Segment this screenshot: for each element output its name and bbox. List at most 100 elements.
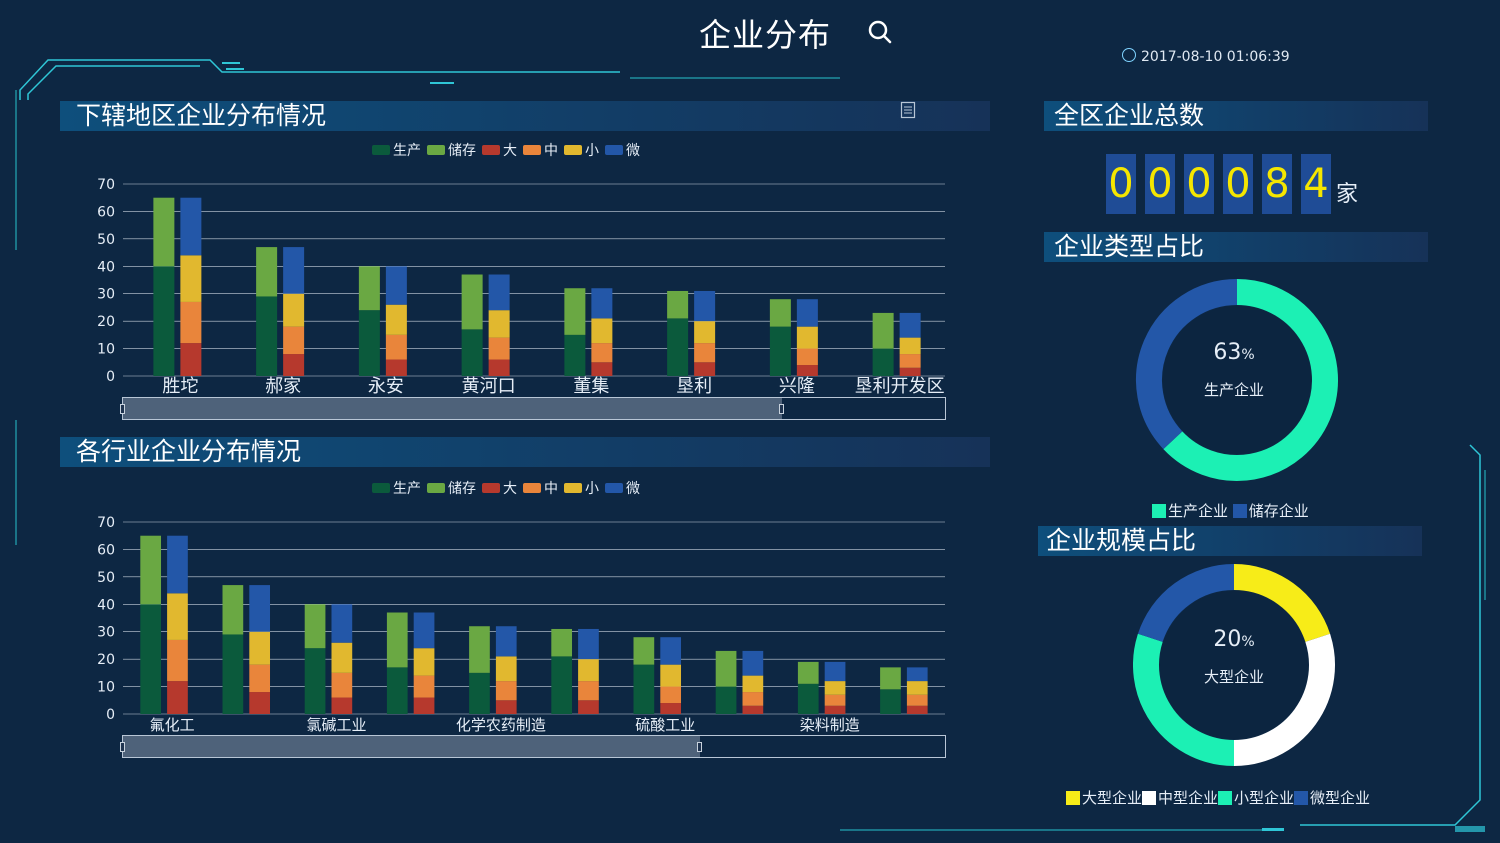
bar-segment[interactable]	[495, 681, 517, 701]
bar-segment[interactable]	[660, 703, 682, 714]
bar-segment[interactable]	[413, 648, 435, 676]
bar-segment[interactable]	[167, 593, 188, 640]
bar-segment[interactable]	[249, 692, 271, 714]
bar-segment[interactable]	[304, 604, 326, 649]
chart2-legend[interactable]: 生产 储存大中小微	[372, 478, 646, 498]
bar-segment[interactable]	[180, 197, 202, 256]
bar-segment[interactable]	[153, 266, 175, 376]
bar-segment[interactable]	[495, 700, 517, 714]
chart2-zoom-handle-start[interactable]	[120, 742, 125, 752]
bar-segment[interactable]	[797, 683, 819, 714]
bar-segment[interactable]	[140, 604, 162, 714]
bar-segment[interactable]	[331, 697, 353, 714]
bar-segment[interactable]	[591, 318, 613, 344]
bar-segment[interactable]	[495, 626, 517, 657]
bar-segment[interactable]	[694, 290, 716, 322]
size-legend[interactable]: 大型企业 中型企业 小型企业 微型企业	[1066, 787, 1370, 808]
bar-segment[interactable]	[591, 362, 613, 376]
bar-segment[interactable]	[824, 661, 846, 682]
bar-segment[interactable]	[469, 626, 490, 673]
bar-segment[interactable]	[180, 301, 202, 344]
bar-segment[interactable]	[283, 293, 305, 327]
bar-segment[interactable]	[694, 343, 716, 363]
bar-segment[interactable]	[386, 667, 408, 714]
bar-segment[interactable]	[824, 694, 846, 706]
bar-segment[interactable]	[880, 667, 901, 690]
bar-segment[interactable]	[283, 326, 305, 355]
bar-segment[interactable]	[880, 689, 901, 714]
bar-segment[interactable]	[488, 359, 510, 376]
bar-segment[interactable]	[578, 628, 599, 660]
bar-segment[interactable]	[469, 672, 490, 714]
bar-segment[interactable]	[488, 274, 510, 311]
bar-segment[interactable]	[899, 337, 921, 355]
bar-segment[interactable]	[906, 694, 928, 706]
bar-segment[interactable]	[824, 681, 846, 695]
bar-segment[interactable]	[694, 321, 716, 344]
bar-segment[interactable]	[304, 648, 326, 714]
bar-segment[interactable]	[256, 247, 278, 297]
bar-segment[interactable]	[796, 326, 818, 349]
bar-segment[interactable]	[578, 659, 599, 682]
bar-segment[interactable]	[872, 348, 894, 376]
bar-segment[interactable]	[906, 667, 928, 682]
bar-segment[interactable]	[249, 585, 271, 632]
bar-segment[interactable]	[715, 650, 737, 687]
data-view-icon[interactable]	[900, 101, 916, 119]
bar-segment[interactable]	[564, 288, 586, 335]
chart1-zoom-window[interactable]	[123, 398, 783, 419]
bar-segment[interactable]	[386, 612, 408, 668]
bar-segment[interactable]	[899, 367, 921, 376]
bar-segment[interactable]	[331, 672, 353, 698]
chart1-legend[interactable]: 生产 储存大中小微	[372, 140, 646, 160]
bar-segment[interactable]	[551, 656, 573, 714]
bar-segment[interactable]	[167, 681, 188, 714]
bar-segment[interactable]	[249, 664, 271, 693]
bar-segment[interactable]	[488, 310, 510, 338]
chart2-zoom-window[interactable]	[123, 736, 700, 757]
bar-segment[interactable]	[385, 359, 407, 376]
bar-segment[interactable]	[461, 329, 483, 376]
search-icon[interactable]	[866, 18, 894, 46]
bar-segment[interactable]	[796, 299, 818, 327]
chart2-zoom-handle-end[interactable]	[696, 742, 702, 752]
bar-segment[interactable]	[413, 675, 435, 698]
bar-segment[interactable]	[358, 310, 380, 376]
bar-segment[interactable]	[742, 705, 764, 714]
bar-segment[interactable]	[222, 634, 244, 714]
bar-segment[interactable]	[899, 312, 921, 338]
bar-segment[interactable]	[564, 334, 586, 376]
bar-segment[interactable]	[578, 681, 599, 701]
bar-segment[interactable]	[358, 266, 380, 311]
bar-segment[interactable]	[222, 585, 244, 635]
bar-segment[interactable]	[256, 296, 278, 376]
bar-segment[interactable]	[715, 686, 737, 714]
bar-segment[interactable]	[796, 365, 818, 376]
bar-segment[interactable]	[331, 604, 353, 643]
bar-segment[interactable]	[660, 686, 682, 704]
bar-segment[interactable]	[742, 692, 764, 706]
bar-segment[interactable]	[667, 318, 689, 376]
bar-segment[interactable]	[578, 700, 599, 714]
bar-segment[interactable]	[633, 637, 655, 665]
bar-segment[interactable]	[283, 354, 305, 376]
bar-segment[interactable]	[331, 642, 353, 673]
bar-segment[interactable]	[413, 612, 435, 649]
bar-segment[interactable]	[153, 197, 175, 267]
bar-segment[interactable]	[488, 337, 510, 360]
chart2-zoom-slider[interactable]	[120, 735, 946, 758]
bar-segment[interactable]	[249, 631, 271, 665]
chart1-zoom-handle-end[interactable]	[779, 404, 785, 414]
bar-segment[interactable]	[385, 334, 407, 360]
bar-segment[interactable]	[591, 343, 613, 363]
bar-segment[interactable]	[140, 535, 162, 605]
bar-segment[interactable]	[385, 304, 407, 335]
chart1-zoom-slider[interactable]	[120, 397, 946, 420]
chart1-zoom-handle-start[interactable]	[120, 404, 125, 414]
bar-segment[interactable]	[742, 650, 764, 676]
bar-segment[interactable]	[283, 247, 305, 294]
bar-segment[interactable]	[899, 354, 921, 368]
bar-segment[interactable]	[660, 637, 682, 665]
bar-segment[interactable]	[872, 312, 894, 349]
bar-segment[interactable]	[591, 288, 613, 319]
